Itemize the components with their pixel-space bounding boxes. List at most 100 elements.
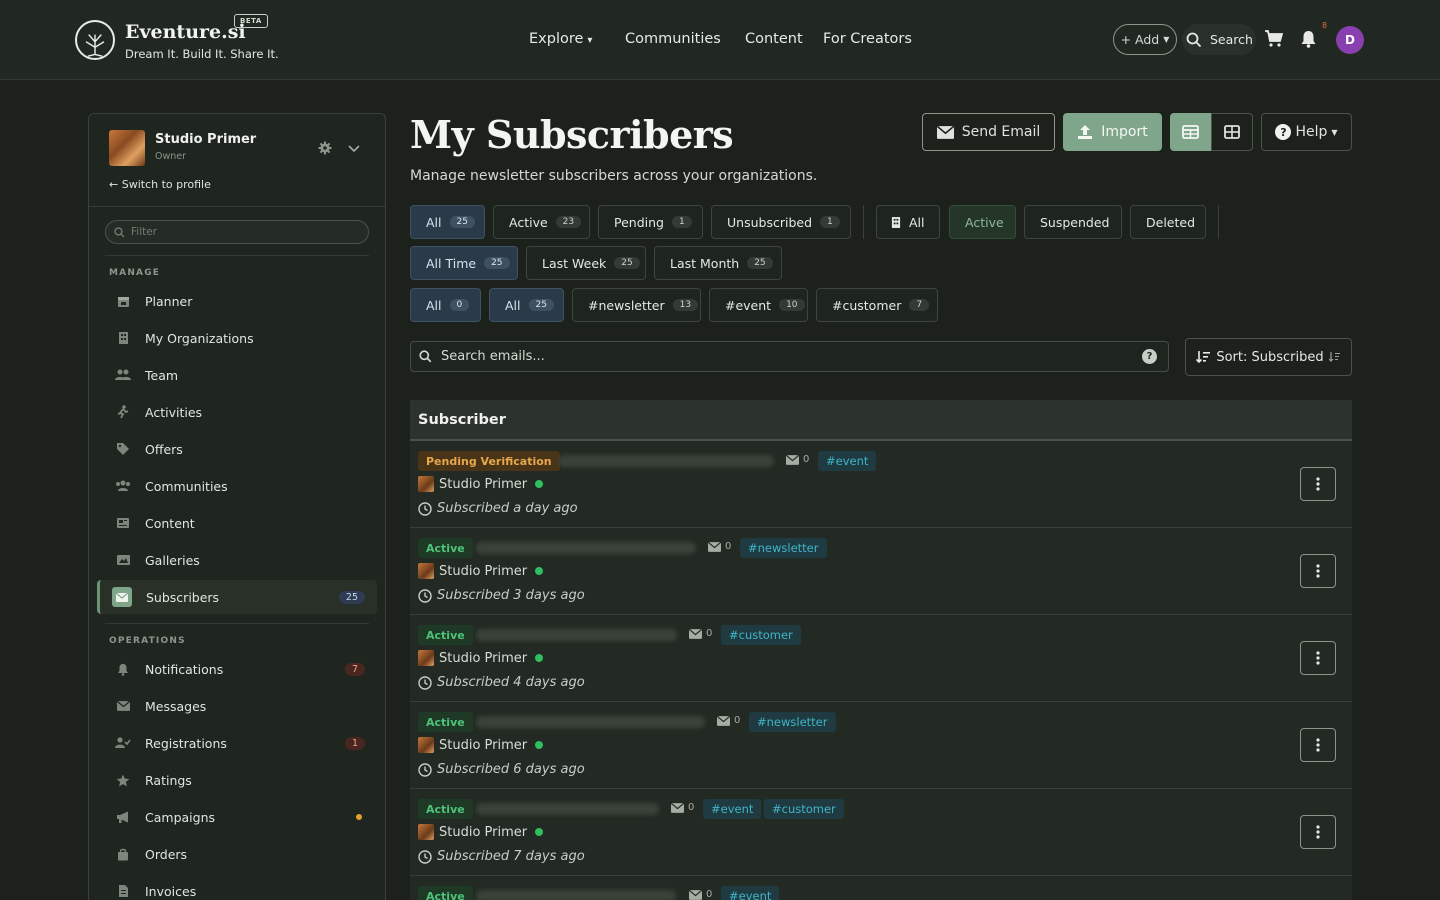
brand-name[interactable]: Eventure.si: [125, 21, 246, 43]
row-actions-button[interactable]: [1300, 815, 1336, 849]
page-subtitle: Manage newsletter subscribers across you…: [410, 168, 818, 184]
filter-status-all[interactable]: All 25: [410, 205, 485, 239]
row-time: Subscribed a day ago: [418, 501, 578, 516]
sidebar-item-my-organizations[interactable]: My Organizations: [97, 321, 377, 355]
envelope-icon: [936, 125, 954, 139]
nav-communities[interactable]: Communities: [625, 31, 721, 47]
sidebar-item-messages[interactable]: Messages: [97, 689, 377, 723]
sidebar-item-ratings[interactable]: Ratings: [97, 763, 377, 797]
caret-down-icon: ▼: [1331, 127, 1338, 137]
search-button[interactable]: Search: [1182, 24, 1256, 55]
sidebar-item-activities[interactable]: Activities: [97, 395, 377, 429]
sidebar-item-campaigns[interactable]: Campaigns: [97, 800, 377, 834]
sidebar-item-label: Registrations: [145, 735, 227, 751]
online-dot: [535, 480, 544, 488]
nav-explore[interactable]: Explore ▾: [529, 31, 592, 47]
team-icon: [115, 367, 131, 383]
filter-time-last-month[interactable]: Last Month 25: [654, 246, 782, 280]
row-time: Subscribed 7 days ago: [418, 849, 585, 864]
filter-status-active[interactable]: Active 23: [493, 205, 590, 239]
filter-time-last-week[interactable]: Last Week 25: [526, 246, 646, 280]
filter-tag-customer[interactable]: #customer 7: [816, 288, 938, 322]
sidebar-item-content[interactable]: Content: [97, 506, 377, 540]
filter-tag-all-empty[interactable]: All 0: [410, 288, 481, 322]
avatar[interactable]: D: [1336, 26, 1364, 54]
chip-count: 7: [909, 299, 930, 311]
chip-count: 1: [820, 216, 840, 228]
sort-desc-icon: [1196, 351, 1211, 364]
org-avatar: [418, 737, 434, 753]
filter-status-pending[interactable]: Pending 1: [598, 205, 703, 239]
row-actions-button[interactable]: [1300, 641, 1336, 675]
sidebar-item-label: Communities: [145, 478, 228, 494]
row-actions-button[interactable]: [1300, 467, 1336, 501]
envelope-icon: [786, 454, 799, 465]
sidebar-item-subscribers[interactable]: Subscribers 25: [97, 580, 377, 614]
filter-tag-newsletter[interactable]: #newsletter 13: [572, 288, 701, 322]
row-actions-button[interactable]: [1300, 728, 1336, 762]
search-emails-input[interactable]: Search emails... ?: [410, 341, 1169, 372]
page-title: My Subscribers: [410, 112, 734, 157]
kebab-menu-icon: [1316, 825, 1320, 839]
add-button[interactable]: + Add ▼: [1113, 24, 1177, 55]
sidebar-item-notifications[interactable]: Notifications 7: [97, 652, 377, 686]
sidebar-item-label: Activities: [145, 404, 203, 420]
sidebar-item-planner[interactable]: Planner: [97, 284, 377, 318]
sidebar-filter-input[interactable]: Filter: [105, 220, 369, 244]
sidebar-item-galleries[interactable]: Galleries: [97, 543, 377, 577]
mail-count: 0: [689, 628, 712, 639]
online-dot: [535, 741, 544, 749]
table-header-subscriber[interactable]: Subscriber: [410, 400, 1352, 441]
grid-view-button[interactable]: [1211, 113, 1253, 151]
bell-icon[interactable]: [1300, 30, 1317, 52]
filter-tag-all[interactable]: All 25: [489, 288, 564, 322]
registrations-count-badge: 1: [344, 736, 365, 750]
divider: [1218, 205, 1219, 239]
question-circle-icon[interactable]: ?: [1142, 349, 1157, 364]
email-redacted: [476, 629, 677, 641]
mail-count-value: 0: [706, 628, 713, 639]
nav-for-creators[interactable]: For Creators: [823, 31, 912, 47]
chip-label: Last Month: [670, 255, 740, 271]
filter-org-suspended[interactable]: Suspended: [1024, 205, 1122, 239]
table-view-button[interactable]: [1170, 113, 1211, 151]
chip-count: 25: [484, 257, 510, 269]
help-button[interactable]: ? Help ▼: [1261, 113, 1352, 151]
sidebar-item-invoices[interactable]: Invoices: [97, 874, 377, 900]
send-email-button[interactable]: Send Email: [922, 113, 1055, 151]
org-name: Studio Primer: [439, 650, 528, 666]
sidebar-item-orders[interactable]: Orders: [97, 837, 377, 871]
sidebar-item-offers[interactable]: Offers: [97, 432, 377, 466]
email-redacted: [476, 542, 696, 554]
filter-time-all[interactable]: All Time 25: [410, 246, 518, 280]
filter-status-unsubscribed[interactable]: Unsubscribed 1: [711, 205, 851, 239]
sidebar-item-registrations[interactable]: Registrations 1: [97, 726, 377, 760]
nav-content[interactable]: Content: [745, 31, 803, 47]
sort-button[interactable]: Sort: Subscribed: [1185, 338, 1352, 376]
filter-org-active[interactable]: Active: [949, 205, 1016, 239]
import-button[interactable]: Import: [1063, 113, 1162, 151]
cart-icon[interactable]: [1264, 30, 1284, 51]
running-icon: [115, 404, 131, 420]
search-icon: [114, 226, 125, 237]
filter-org-deleted[interactable]: Deleted: [1130, 205, 1206, 239]
sidebar-item-team[interactable]: Team: [97, 358, 377, 392]
send-email-label: Send Email: [961, 124, 1041, 140]
table-row: Active 0 #event #customer Studio Primer …: [410, 789, 1352, 876]
search-icon: [419, 350, 432, 363]
gear-icon[interactable]: [318, 141, 332, 159]
sidebar-item-label: Planner: [145, 293, 193, 309]
row-actions-button[interactable]: [1300, 554, 1336, 588]
table-row: Active 0 #newsletter Studio Primer Subsc…: [410, 702, 1352, 789]
tree-logo-icon[interactable]: [75, 20, 115, 60]
online-dot: [535, 567, 544, 575]
clock-icon: [418, 849, 432, 864]
chevron-down-icon[interactable]: [348, 142, 360, 157]
sidebar-item-label: Offers: [145, 441, 183, 457]
mail-count: 0: [689, 889, 712, 900]
row-org: Studio Primer: [418, 563, 544, 579]
sidebar-item-communities[interactable]: Communities: [97, 469, 377, 503]
filter-tag-event[interactable]: #event 10: [709, 288, 808, 322]
filter-org-all[interactable]: All: [876, 205, 940, 239]
switch-to-profile-link[interactable]: ← Switch to profile: [109, 178, 211, 191]
